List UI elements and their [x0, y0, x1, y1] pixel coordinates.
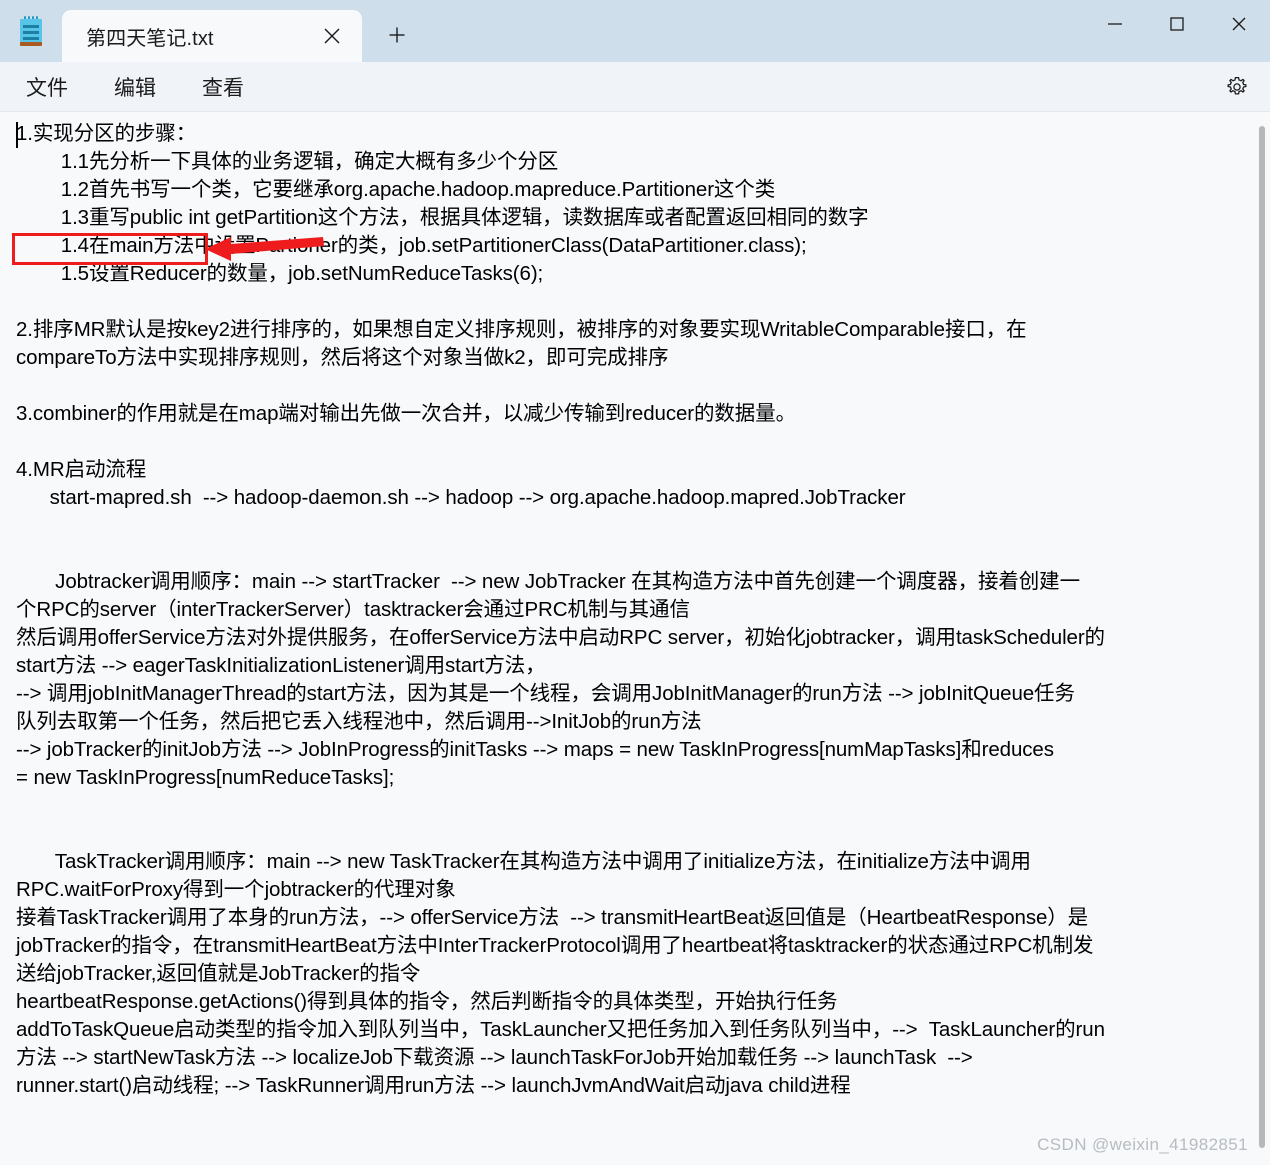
gear-icon[interactable]	[1218, 68, 1256, 106]
document-line: start-mapred.sh --> hadoop-daemon.sh -->…	[16, 486, 906, 509]
app-icon-slot	[0, 0, 62, 62]
document-line: heartbeatResponse.getActions()得到具体的指令，然后…	[16, 990, 838, 1013]
document-line: runner.start()启动线程; --> TaskRunner调用run方…	[16, 1074, 851, 1097]
document-line: Jobtracker调用顺序：main --> startTracker -->…	[16, 570, 1080, 593]
document-line: addToTaskQueue启动类型的指令加入到队列当中，TaskLaunche…	[16, 1018, 1105, 1041]
document-line: 接着TaskTracker调用了本身的run方法，--> offerServic…	[16, 906, 1089, 929]
text-editor[interactable]: 1.实现分区的步骤： 1.1先分析一下具体的业务逻辑，确定大概有多少个分区 1.…	[0, 112, 1270, 1165]
document-line: 1.4在main方法中设置Partioner的类，job.setPartitio…	[16, 234, 807, 257]
title-bar: 第四天笔记.txt	[0, 0, 1270, 62]
menu-bar: 文件 编辑 查看	[0, 62, 1270, 112]
editor-area: 1.实现分区的步骤： 1.1先分析一下具体的业务逻辑，确定大概有多少个分区 1.…	[0, 112, 1270, 1165]
menu-item-file[interactable]: 文件	[12, 67, 82, 107]
tab-title: 第四天笔记.txt	[86, 27, 214, 50]
scrollbar-thumb[interactable]	[1259, 126, 1265, 1148]
document-line: 2.排序MR默认是按key2进行排序的，如果想自定义排序规则，被排序的对象要实现…	[16, 318, 1027, 341]
document-line: 1.3重写public int getPartition这个方法，根据具体逻辑，…	[16, 206, 869, 229]
document-line: --> 调用jobInitManagerThread的start方法，因为其是一…	[16, 682, 1075, 705]
document-line: RPC.waitForProxy得到一个jobtracker的代理对象	[16, 878, 456, 901]
close-button[interactable]	[1208, 0, 1270, 48]
document-line: 3.combiner的作用就是在map端对输出先做一次合并，以减少传输到redu…	[16, 402, 796, 425]
document-line: TaskTracker调用顺序：main --> new TaskTracker…	[16, 850, 1031, 873]
document-line: 4.MR启动流程	[16, 458, 147, 481]
vertical-scrollbar[interactable]	[1258, 120, 1266, 1157]
document-line: --> jobTracker的initJob方法 --> JobInProgre…	[16, 738, 1054, 761]
notepad-icon	[17, 15, 45, 47]
document-line: 1.2首先书写一个类，它要继承org.apache.hadoop.mapredu…	[16, 178, 776, 201]
document-line: jobTracker的指令，在transmitHeartBeat方法中Inter…	[16, 934, 1094, 957]
tab-document[interactable]: 第四天笔记.txt	[62, 10, 362, 62]
document-line: 个RPC的server（interTrackerServer）tasktrack…	[16, 598, 690, 621]
document-line: 然后调用offerService方法对外提供服务，在offerService方法…	[16, 626, 1105, 649]
document-line: 队列去取第一个任务，然后把它丢入线程池中，然后调用-->InitJob的run方…	[16, 710, 702, 733]
tab-close-icon[interactable]	[312, 16, 352, 56]
minimize-button[interactable]	[1084, 0, 1146, 48]
menu-item-edit[interactable]: 编辑	[100, 67, 170, 107]
notepad-window: 第四天笔记.txt 文件 编辑 查看 1.实现分区的步骤： 1.1先分析一下具体…	[0, 0, 1270, 1165]
maximize-button[interactable]	[1146, 0, 1208, 48]
document-line: 1.实现分区的步骤：	[16, 122, 197, 145]
document-line: 方法 --> startNewTask方法 --> localizeJob下载资…	[16, 1046, 973, 1069]
document-line: 1.5设置Reducer的数量，job.setNumReduceTasks(6)…	[16, 262, 544, 285]
text-caret	[16, 122, 18, 148]
document-line: = new TaskInProgress[numReduceTasks];	[16, 766, 395, 789]
document-line: compareTo方法中实现排序规则，然后将这个对象当做k2，即可完成排序	[16, 346, 669, 369]
document-line: 送给jobTracker,返回值就是JobTracker的指令	[16, 962, 421, 985]
document-line: start方法 --> eagerTaskInitializationListe…	[16, 654, 546, 677]
menu-item-view[interactable]: 查看	[188, 67, 258, 107]
new-tab-button[interactable]	[374, 12, 420, 58]
window-controls	[1084, 0, 1270, 48]
document-line: 1.1先分析一下具体的业务逻辑，确定大概有多少个分区	[16, 150, 559, 173]
